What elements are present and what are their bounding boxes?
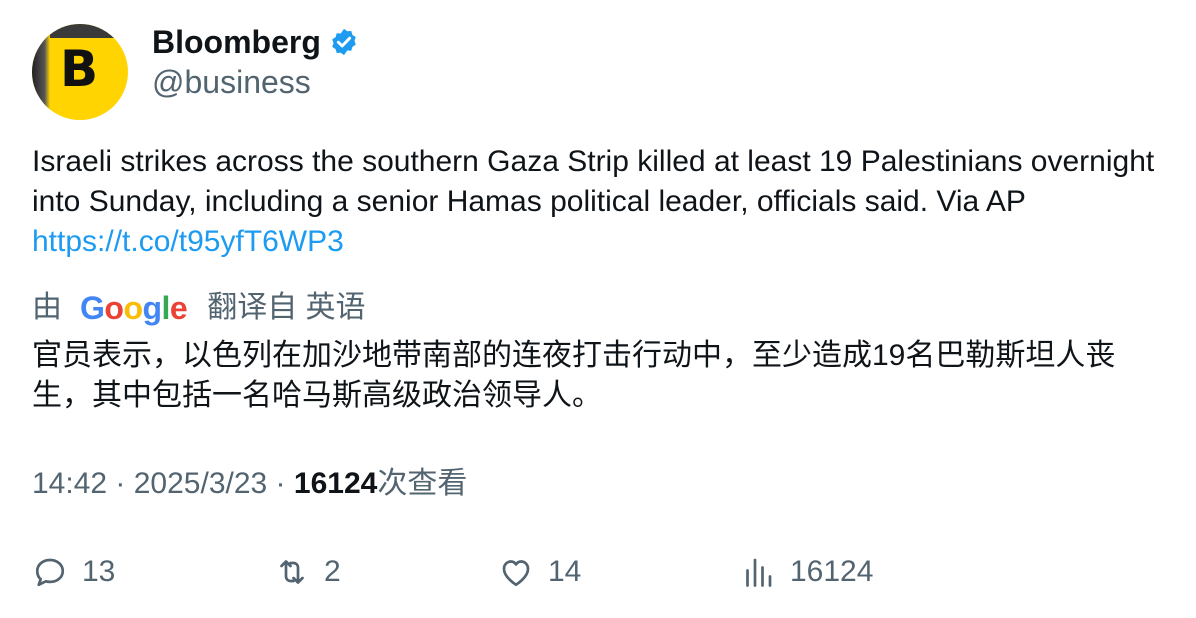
- repost-button[interactable]: 2: [274, 552, 341, 592]
- views-action-count: 16124: [790, 555, 874, 588]
- google-letter: o: [104, 290, 124, 326]
- tweet-date[interactable]: 2025/3/23: [134, 467, 267, 500]
- views-icon: [746, 558, 772, 587]
- reply-button[interactable]: 13: [32, 552, 115, 592]
- translated-text: 官员表示，以色列在加沙地带南部的连夜打击行动中，至少造成19名巴勒斯坦人丧生，其…: [32, 339, 1116, 412]
- tweet-time[interactable]: 14:42: [32, 467, 107, 500]
- reply-count: 13: [82, 555, 116, 588]
- reply-icon: [35, 558, 65, 587]
- translation-prefix: 由: [32, 291, 62, 324]
- like-count: 14: [548, 555, 582, 588]
- like-icon: [502, 560, 530, 587]
- meta-separator: ·: [107, 467, 134, 500]
- avatar-shade-left: [32, 24, 50, 120]
- tweet-meta: 14:42 · 2025/3/23 · 16124次查看: [32, 464, 467, 504]
- meta-separator: ·: [267, 467, 294, 500]
- views-button[interactable]: 16124: [740, 552, 873, 592]
- avatar-letter: B: [60, 40, 99, 98]
- google-logo-icon: Google: [80, 288, 188, 328]
- views-count: 16124: [293, 467, 378, 500]
- translation-attribution: 由 Google 翻译自 英语: [32, 288, 366, 328]
- google-letter: G: [80, 290, 105, 326]
- handle[interactable]: @business: [152, 62, 311, 102]
- tweet-body: Israeli strikes across the southern Gaza…: [32, 145, 1155, 218]
- tweet-link[interactable]: https://t.co/t95yfT6WP3: [32, 225, 344, 258]
- repost-count: 2: [324, 555, 341, 588]
- display-name[interactable]: Bloomberg: [152, 22, 359, 62]
- verified-badge-icon: [332, 28, 356, 56]
- translation-suffix: 翻译自 英语: [207, 291, 366, 324]
- tweet-text: Israeli strikes across the southern Gaza…: [32, 142, 1172, 262]
- google-letter: l: [161, 290, 171, 326]
- google-letter: g: [142, 290, 162, 326]
- google-letter: o: [123, 290, 143, 326]
- google-letter: e: [169, 290, 188, 326]
- repost-icon: [280, 560, 304, 584]
- views-label: 次查看: [377, 467, 468, 500]
- display-name-text: Bloomberg: [152, 24, 321, 60]
- like-button[interactable]: 14: [498, 552, 581, 592]
- avatar[interactable]: B: [32, 24, 128, 120]
